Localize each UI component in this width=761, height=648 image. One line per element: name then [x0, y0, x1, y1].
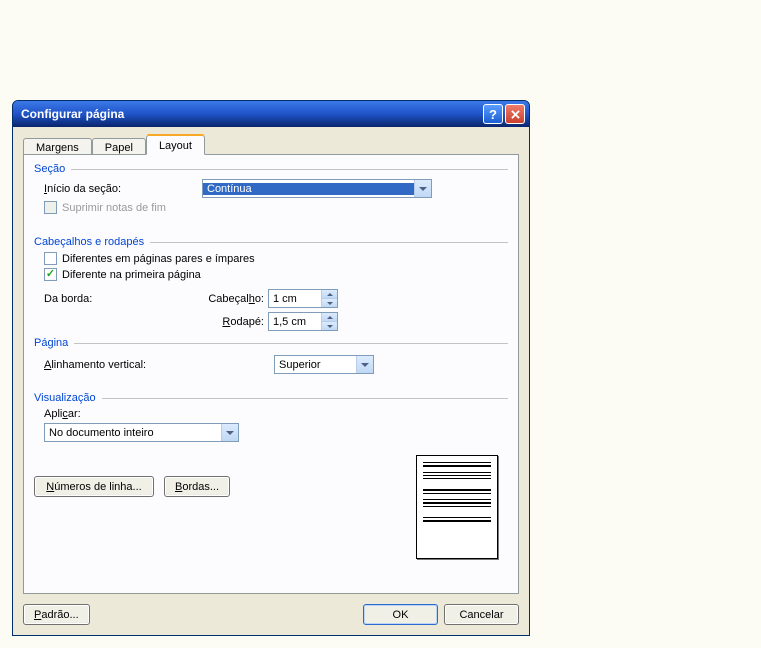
diff-odd-even-checkbox[interactable]	[44, 252, 57, 265]
from-edge-label: Da borda:	[44, 293, 202, 305]
headers-footers-group: Cabeçalhos e rodapés Diferentes em págin…	[34, 236, 508, 331]
footer-value: 1,5 cm	[269, 313, 321, 330]
valign-label: Alinhamento vertical:	[44, 359, 274, 371]
footer-label: Rodapé:	[202, 316, 268, 328]
title-text: Configurar página	[21, 107, 481, 121]
chevron-down-icon	[327, 302, 333, 305]
page-legend: Página	[34, 337, 68, 349]
dialog-buttons: Padrão... OK Cancelar	[23, 604, 519, 625]
header-value: 1 cm	[269, 290, 321, 307]
page-preview-thumbnail	[416, 455, 498, 559]
header-spin-up[interactable]	[322, 290, 337, 298]
close-button[interactable]	[505, 104, 525, 124]
apply-select[interactable]: No documento inteiro	[44, 423, 239, 442]
section-start-value: Contínua	[203, 183, 414, 195]
tab-layout[interactable]: Layout	[146, 135, 205, 155]
tab-strip: Margens Papel Layout	[23, 133, 519, 155]
footer-spin-up[interactable]	[322, 313, 337, 321]
borders-button[interactable]: Bordas...	[164, 476, 230, 497]
diff-odd-even-label: Diferentes em páginas pares e ímpares	[62, 253, 255, 265]
chevron-up-icon	[327, 316, 333, 319]
titlebar[interactable]: Configurar página ?	[13, 101, 529, 127]
footer-spin-down[interactable]	[322, 321, 337, 330]
headers-legend: Cabeçalhos e rodapés	[34, 236, 144, 248]
section-start-label: Início da seção:	[44, 183, 202, 195]
help-button[interactable]: ?	[483, 104, 503, 124]
section-group: Seção Início da seção: Contínua Suprimir…	[34, 163, 508, 214]
suppress-endnotes-checkbox	[44, 201, 57, 214]
header-spin-down[interactable]	[322, 298, 337, 307]
chevron-up-icon	[327, 293, 333, 296]
line-numbers-button[interactable]: Números de linha...	[34, 476, 154, 497]
chevron-down-icon	[327, 325, 333, 328]
layout-panel: Seção Início da seção: Contínua Suprimir…	[23, 154, 519, 594]
valign-select[interactable]: Superior	[274, 355, 374, 374]
valign-value: Superior	[275, 359, 356, 371]
preview-legend: Visualização	[34, 392, 96, 404]
section-start-select[interactable]: Contínua	[202, 179, 432, 198]
checkmark-icon: ✓	[46, 269, 55, 280]
chevron-down-icon	[414, 180, 431, 197]
ok-button[interactable]: OK	[363, 604, 438, 625]
apply-label: Aplicar:	[44, 408, 81, 420]
section-legend: Seção	[34, 163, 65, 175]
header-label: Cabeçalho:	[202, 293, 268, 305]
cancel-button[interactable]: Cancelar	[444, 604, 519, 625]
header-spinner[interactable]: 1 cm	[268, 289, 338, 308]
footer-spinner[interactable]: 1,5 cm	[268, 312, 338, 331]
page-setup-dialog: Configurar página ? Margens Papel Layout…	[12, 100, 530, 636]
chevron-down-icon	[221, 424, 238, 441]
dialog-content: Margens Papel Layout Seção Início da seç…	[13, 127, 529, 635]
default-button[interactable]: Padrão...	[23, 604, 90, 625]
diff-first-label: Diferente na primeira página	[62, 269, 201, 281]
suppress-endnotes-label: Suprimir notas de fim	[62, 202, 166, 214]
apply-value: No documento inteiro	[45, 427, 221, 439]
diff-first-checkbox[interactable]: ✓	[44, 268, 57, 281]
page-group: Página Alinhamento vertical: Superior	[34, 337, 508, 374]
chevron-down-icon	[356, 356, 373, 373]
close-icon	[511, 110, 520, 119]
